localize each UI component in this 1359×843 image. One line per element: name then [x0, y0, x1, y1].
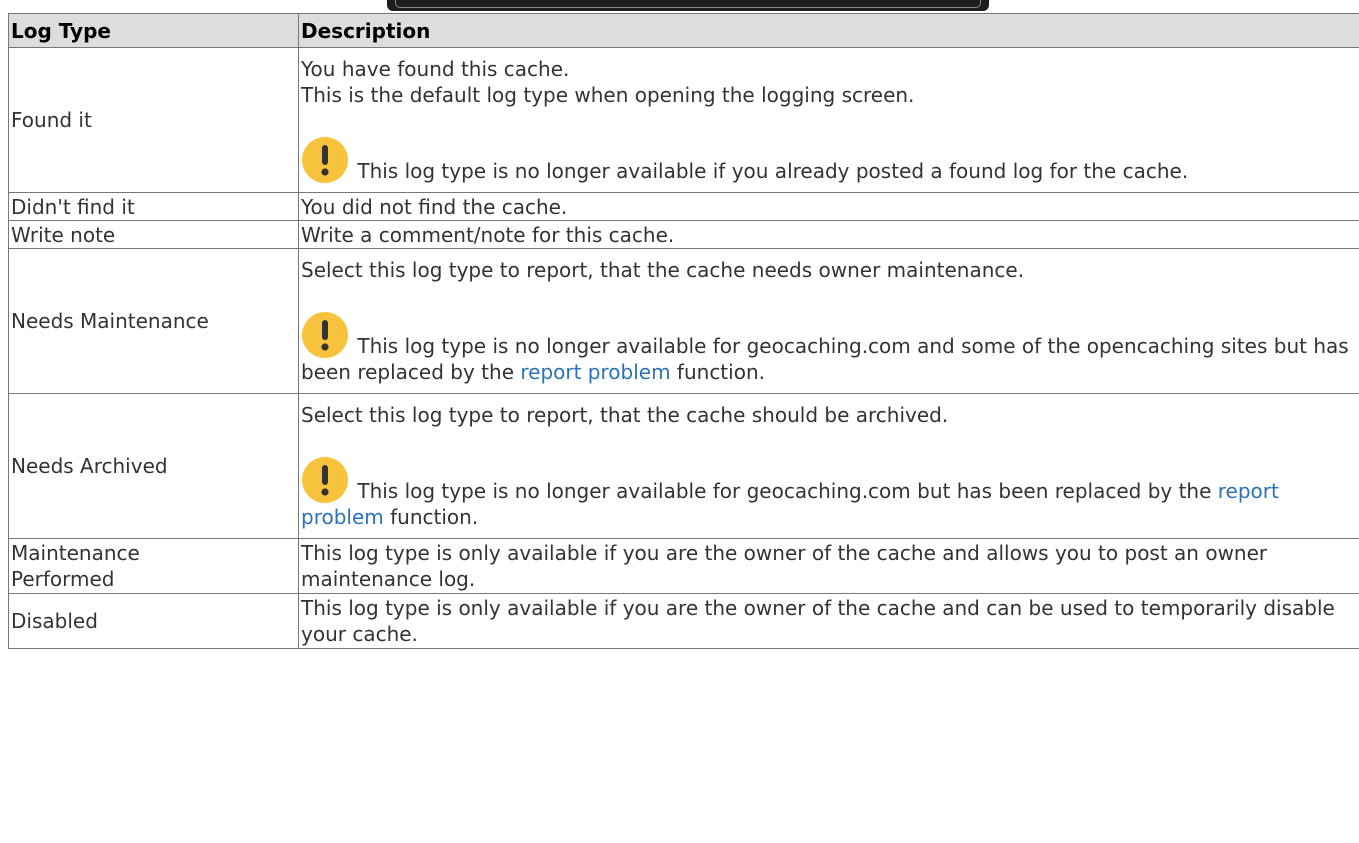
table-row: Write note Write a comment/note for this…: [8, 220, 1359, 249]
log-type-found-it: Found it: [8, 47, 299, 193]
table-row: Maintenance Performed This log type is o…: [8, 538, 1359, 594]
exclamation-warning-icon: [301, 456, 349, 504]
warning-note: This log type is no longer available for…: [301, 456, 1359, 530]
log-type-write-note: Write note: [8, 220, 299, 249]
description-cell: Write a comment/note for this cache.: [298, 220, 1359, 249]
header-description: Description: [298, 13, 1359, 48]
report-problem-link[interactable]: report problem: [520, 360, 670, 384]
table-row: Found it You have found this cache. This…: [8, 47, 1359, 193]
description-line: This is the default log type when openin…: [301, 83, 915, 107]
description-line: You did not find the cache.: [301, 194, 568, 219]
exclamation-warning-icon: [301, 136, 349, 184]
table-row: Disabled This log type is only available…: [8, 593, 1359, 649]
description-line: This log type is only available if you a…: [301, 541, 1268, 591]
description-line: This log type is only available if you a…: [301, 596, 1335, 646]
table-row: Needs Maintenance Select this log type t…: [8, 248, 1359, 394]
screenshot-image-fragment: [387, 0, 989, 11]
note-text: This log type is no longer available for…: [301, 334, 1349, 384]
table-header-row: Log Type Description: [8, 13, 1359, 48]
note-text: This log type is no longer available if …: [357, 159, 1189, 183]
description-cell: Select this log type to report, that the…: [298, 248, 1359, 394]
description-cell: This log type is only available if you a…: [298, 538, 1359, 594]
header-log-type: Log Type: [8, 13, 299, 48]
table-row: Didn't find it You did not find the cach…: [8, 192, 1359, 221]
note-text-end: function.: [676, 360, 765, 384]
table-row: Needs Archived Select this log type to r…: [8, 393, 1359, 539]
note-text-end: function.: [390, 505, 479, 529]
log-types-table: Log Type Description Found it You have f…: [8, 13, 1359, 649]
description-line: Select this log type to report, that the…: [301, 403, 949, 427]
log-type-needs-archived: Needs Archived: [8, 393, 299, 539]
note-text: This log type is no longer available for…: [357, 479, 1212, 503]
description-line: Write a comment/note for this cache.: [301, 222, 675, 247]
log-type-didnt-find-it: Didn't find it: [8, 192, 299, 221]
screenshot-image-frame: [395, 0, 981, 8]
description-cell: You have found this cache. This is the d…: [298, 47, 1359, 193]
log-type-maintenance-performed: Maintenance Performed: [8, 538, 299, 594]
page: Log Type Description Found it You have f…: [0, 0, 1359, 843]
log-type-disabled: Disabled: [8, 593, 299, 649]
exclamation-warning-icon: [301, 311, 349, 359]
description-line: Select this log type to report, that the…: [301, 258, 1025, 282]
description-cell: You did not find the cache.: [298, 192, 1359, 221]
description-line: You have found this cache.: [301, 57, 570, 81]
log-type-needs-maintenance: Needs Maintenance: [8, 248, 299, 394]
warning-note: This log type is no longer available for…: [301, 311, 1359, 385]
description-cell: This log type is only available if you a…: [298, 593, 1359, 649]
description-cell: Select this log type to report, that the…: [298, 393, 1359, 539]
warning-note: This log type is no longer available if …: [301, 136, 1359, 184]
